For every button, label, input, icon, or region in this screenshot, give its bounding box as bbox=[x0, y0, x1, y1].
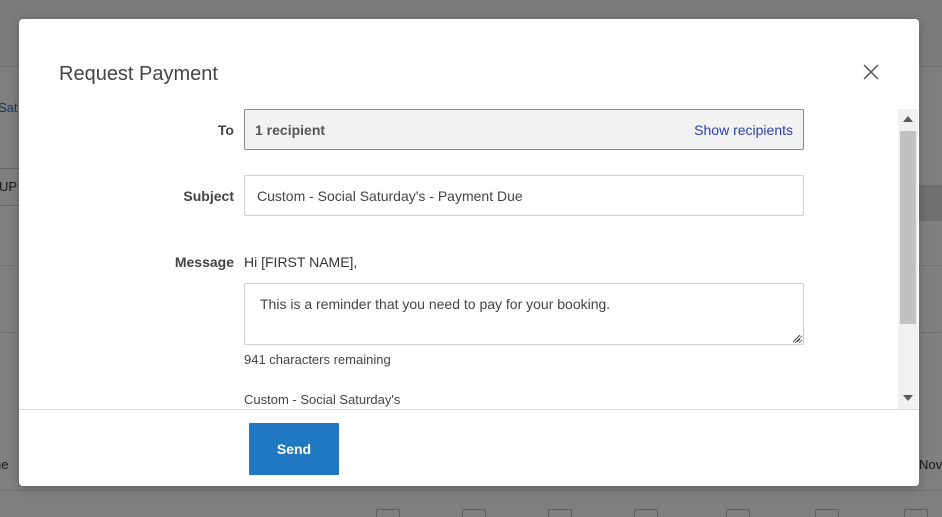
message-greeting: Hi [FIRST NAME], bbox=[244, 254, 358, 270]
send-button[interactable]: Send bbox=[249, 423, 339, 475]
modal-footer: Send bbox=[19, 409, 919, 486]
show-recipients-link[interactable]: Show recipients bbox=[694, 122, 793, 138]
close-button[interactable] bbox=[857, 61, 885, 83]
scroll-thumb[interactable] bbox=[900, 131, 916, 324]
close-icon bbox=[863, 64, 879, 80]
characters-remaining: 941 characters remaining bbox=[244, 352, 391, 367]
modal-title: Request Payment bbox=[59, 63, 218, 85]
recipients-field: 1 recipient Show recipients bbox=[244, 109, 804, 150]
scroll-up-arrow-icon[interactable] bbox=[903, 116, 913, 122]
request-payment-modal: Request Payment To 1 recipient Show reci… bbox=[19, 19, 919, 486]
modal-body: To 1 recipient Show recipients Subject M… bbox=[19, 109, 897, 409]
recipient-count: 1 recipient bbox=[255, 121, 326, 138]
subject-input[interactable] bbox=[244, 175, 804, 216]
to-label: To bbox=[217, 122, 234, 138]
message-signature: Custom - Social Saturday's bbox=[244, 392, 401, 407]
message-label: Message bbox=[174, 254, 234, 270]
vertical-scrollbar[interactable] bbox=[898, 109, 918, 409]
scroll-down-arrow-icon[interactable] bbox=[903, 395, 913, 401]
subject-label: Subject bbox=[183, 188, 234, 204]
message-textarea[interactable]: This is a reminder that you need to pay … bbox=[244, 283, 804, 345]
